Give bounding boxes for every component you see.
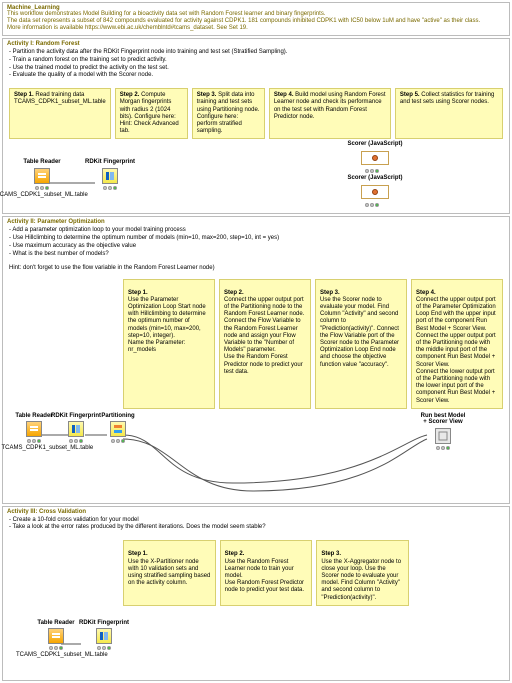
fingerprint-icon	[96, 628, 112, 644]
table-reader-icon	[26, 421, 42, 437]
table-reader-node[interactable]: Table Reader TCAMS_CDPK1_subset_ML.table	[17, 159, 67, 198]
activity-3-canvas: Table Reader TCAMS_CDPK1_subset_ML.table…	[3, 610, 509, 680]
traffic-light-icon	[436, 446, 450, 450]
node-label: Table Reader	[15, 413, 52, 420]
scorer-label: Scorer (JavaScript)	[335, 175, 415, 181]
activity-3-panel: Activity III: Cross Validation - Create …	[2, 506, 510, 681]
step-box: Step 1. Use the X-Partitioner node with …	[123, 540, 216, 606]
step-box: Step 2. Use the Random Forest Learner no…	[220, 540, 313, 606]
node-label: Run best Model + Scorer View	[421, 413, 466, 426]
activity-3-desc: - Create a 10-fold cross validation for …	[3, 517, 509, 537]
step-box: Step 1. Use the Parameter Optimization L…	[123, 279, 215, 409]
activity-3-steps: Step 1. Use the X-Partitioner node with …	[3, 536, 509, 610]
table-reader-node[interactable]: Table Reader TCAMS_CDPK1_subset_ML.table	[31, 620, 81, 659]
traffic-light-icon	[35, 186, 49, 190]
node-label: Partitioning	[101, 413, 134, 420]
activity-1-steps: Step 1. Read training data TCAMS_CDPK1_s…	[3, 84, 509, 143]
step-box: Step 3. Split data into training and tes…	[192, 88, 265, 139]
traffic-light-icon	[69, 439, 83, 443]
header-panel: Machine_Learning This workflow demonstra…	[2, 2, 510, 36]
traffic-light-icon	[365, 167, 379, 173]
traffic-light-icon	[27, 439, 41, 443]
partitioning-node[interactable]: Partitioning	[93, 413, 143, 444]
node-label: Table Reader	[37, 620, 74, 627]
activity-2-title: Activity II: Parameter Optimization	[3, 217, 509, 227]
page-subtitle: This workflow demonstrates Model Buildin…	[3, 11, 509, 35]
step-box: Step 4. Connect the upper output port of…	[411, 279, 503, 409]
traffic-light-icon	[111, 439, 125, 443]
page-title: Machine_Learning	[3, 3, 509, 11]
activity-2-panel: Activity II: Parameter Optimization - Ad…	[2, 216, 510, 503]
traffic-light-icon	[365, 201, 379, 207]
node-label: RDKit Fingerprint	[79, 620, 129, 627]
activity-2-canvas: Table Reader TCAMS_CDPK1_subset_ML.table…	[3, 413, 509, 503]
node-sublabel: TCAMS_CDPK1_subset_ML.table	[0, 192, 88, 199]
node-sublabel: TCAMS_CDPK1_subset_ML.table	[16, 652, 86, 659]
step-box: Step 2. Compute Morgan fingerprints with…	[115, 88, 188, 139]
table-reader-icon	[34, 168, 50, 184]
scorer-node[interactable]	[361, 151, 389, 165]
traffic-light-icon	[49, 646, 63, 650]
activity-1-panel: Activity I: Random Forest - Partition th…	[2, 38, 510, 214]
scorer-node[interactable]	[361, 185, 389, 199]
node-label: RDKit Fingerprint	[85, 159, 135, 166]
component-icon	[435, 428, 451, 444]
partition-icon	[110, 421, 126, 437]
step-box: Step 2. Connect the upper output port of…	[219, 279, 311, 409]
scorer-label: Scorer (JavaScript)	[335, 141, 415, 147]
activity-3-title: Activity III: Cross Validation	[3, 507, 509, 517]
best-model-component[interactable]: Run best Model + Scorer View	[413, 413, 473, 450]
step-box: Step 3. Use the X-Aggregator node to clo…	[316, 540, 409, 606]
rdkit-fingerprint-node[interactable]: RDKit Fingerprint	[79, 620, 129, 651]
table-reader-icon	[48, 628, 64, 644]
node-label: Table Reader	[23, 159, 60, 166]
step-box: Step 5. Collect statistics for training …	[395, 88, 503, 139]
node-sublabel: TCAMS_CDPK1_subset_ML.table	[2, 445, 62, 452]
activity-1-desc: - Partition the activity data after the …	[3, 49, 509, 84]
activity-2-hint: Hint: don't forget to use the flow varia…	[3, 263, 509, 275]
activity-2-steps: Step 1. Use the Parameter Optimization L…	[3, 275, 509, 413]
fingerprint-icon	[102, 168, 118, 184]
activity-1-title: Activity I: Random Forest	[3, 39, 509, 49]
fingerprint-icon	[68, 421, 84, 437]
rdkit-fingerprint-node[interactable]: RDKit Fingerprint	[85, 159, 135, 190]
step-box: Step 1. Read training data TCAMS_CDPK1_s…	[9, 88, 111, 139]
traffic-light-icon	[97, 646, 111, 650]
step-box: Step 4. Build model using Random Forest …	[269, 88, 391, 139]
traffic-light-icon	[103, 186, 117, 190]
step-box: Step 3. Use the Scorer node to evaluate …	[315, 279, 407, 409]
activity-1-canvas: Table Reader TCAMS_CDPK1_subset_ML.table…	[3, 143, 509, 213]
activity-2-desc: - Add a parameter optimization loop to y…	[3, 227, 509, 262]
